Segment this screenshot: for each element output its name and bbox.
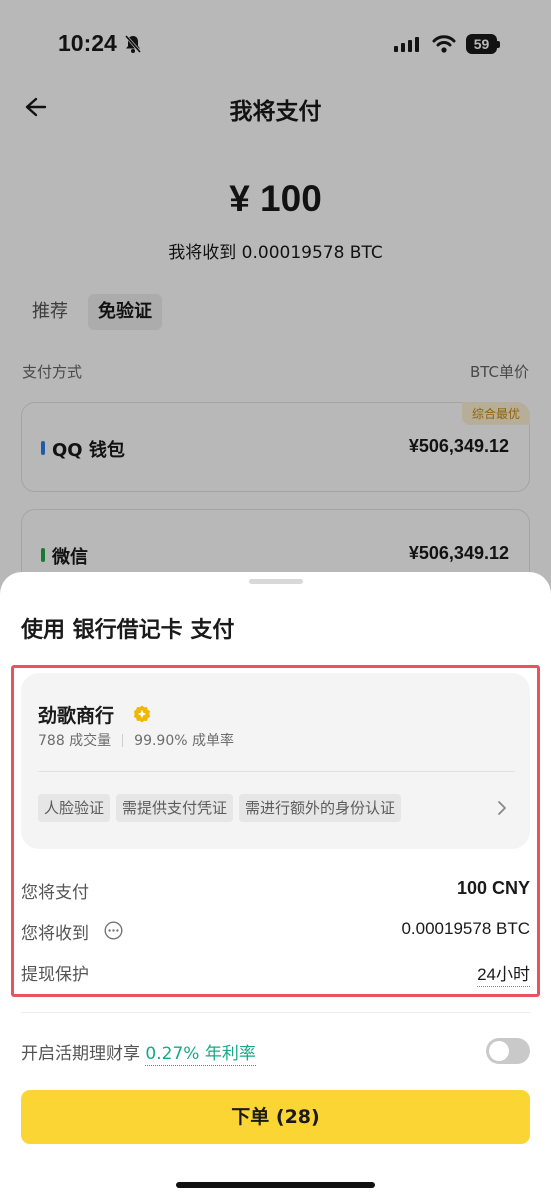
section-divider bbox=[21, 1012, 530, 1013]
earn-rate[interactable]: 0.27% 年利率 bbox=[145, 1044, 256, 1066]
home-indicator bbox=[176, 1182, 375, 1188]
earn-toggle[interactable] bbox=[486, 1038, 530, 1064]
earn-label: 开启活期理财享 0.27% 年利率 bbox=[21, 1039, 256, 1066]
toggle-knob bbox=[489, 1041, 509, 1061]
payment-bottom-sheet: 使用 银行借记卡 支付 劲歌商行 788 成交量 99.90% 成单率 人脸验证… bbox=[0, 572, 551, 1200]
place-order-button[interactable]: 下单 (28) bbox=[21, 1090, 530, 1144]
sheet-grabber[interactable] bbox=[249, 579, 303, 584]
highlight-box bbox=[11, 665, 540, 997]
earn-text: 开启活期理财享 bbox=[21, 1044, 140, 1064]
sheet-title: 使用 银行借记卡 支付 bbox=[21, 618, 235, 643]
